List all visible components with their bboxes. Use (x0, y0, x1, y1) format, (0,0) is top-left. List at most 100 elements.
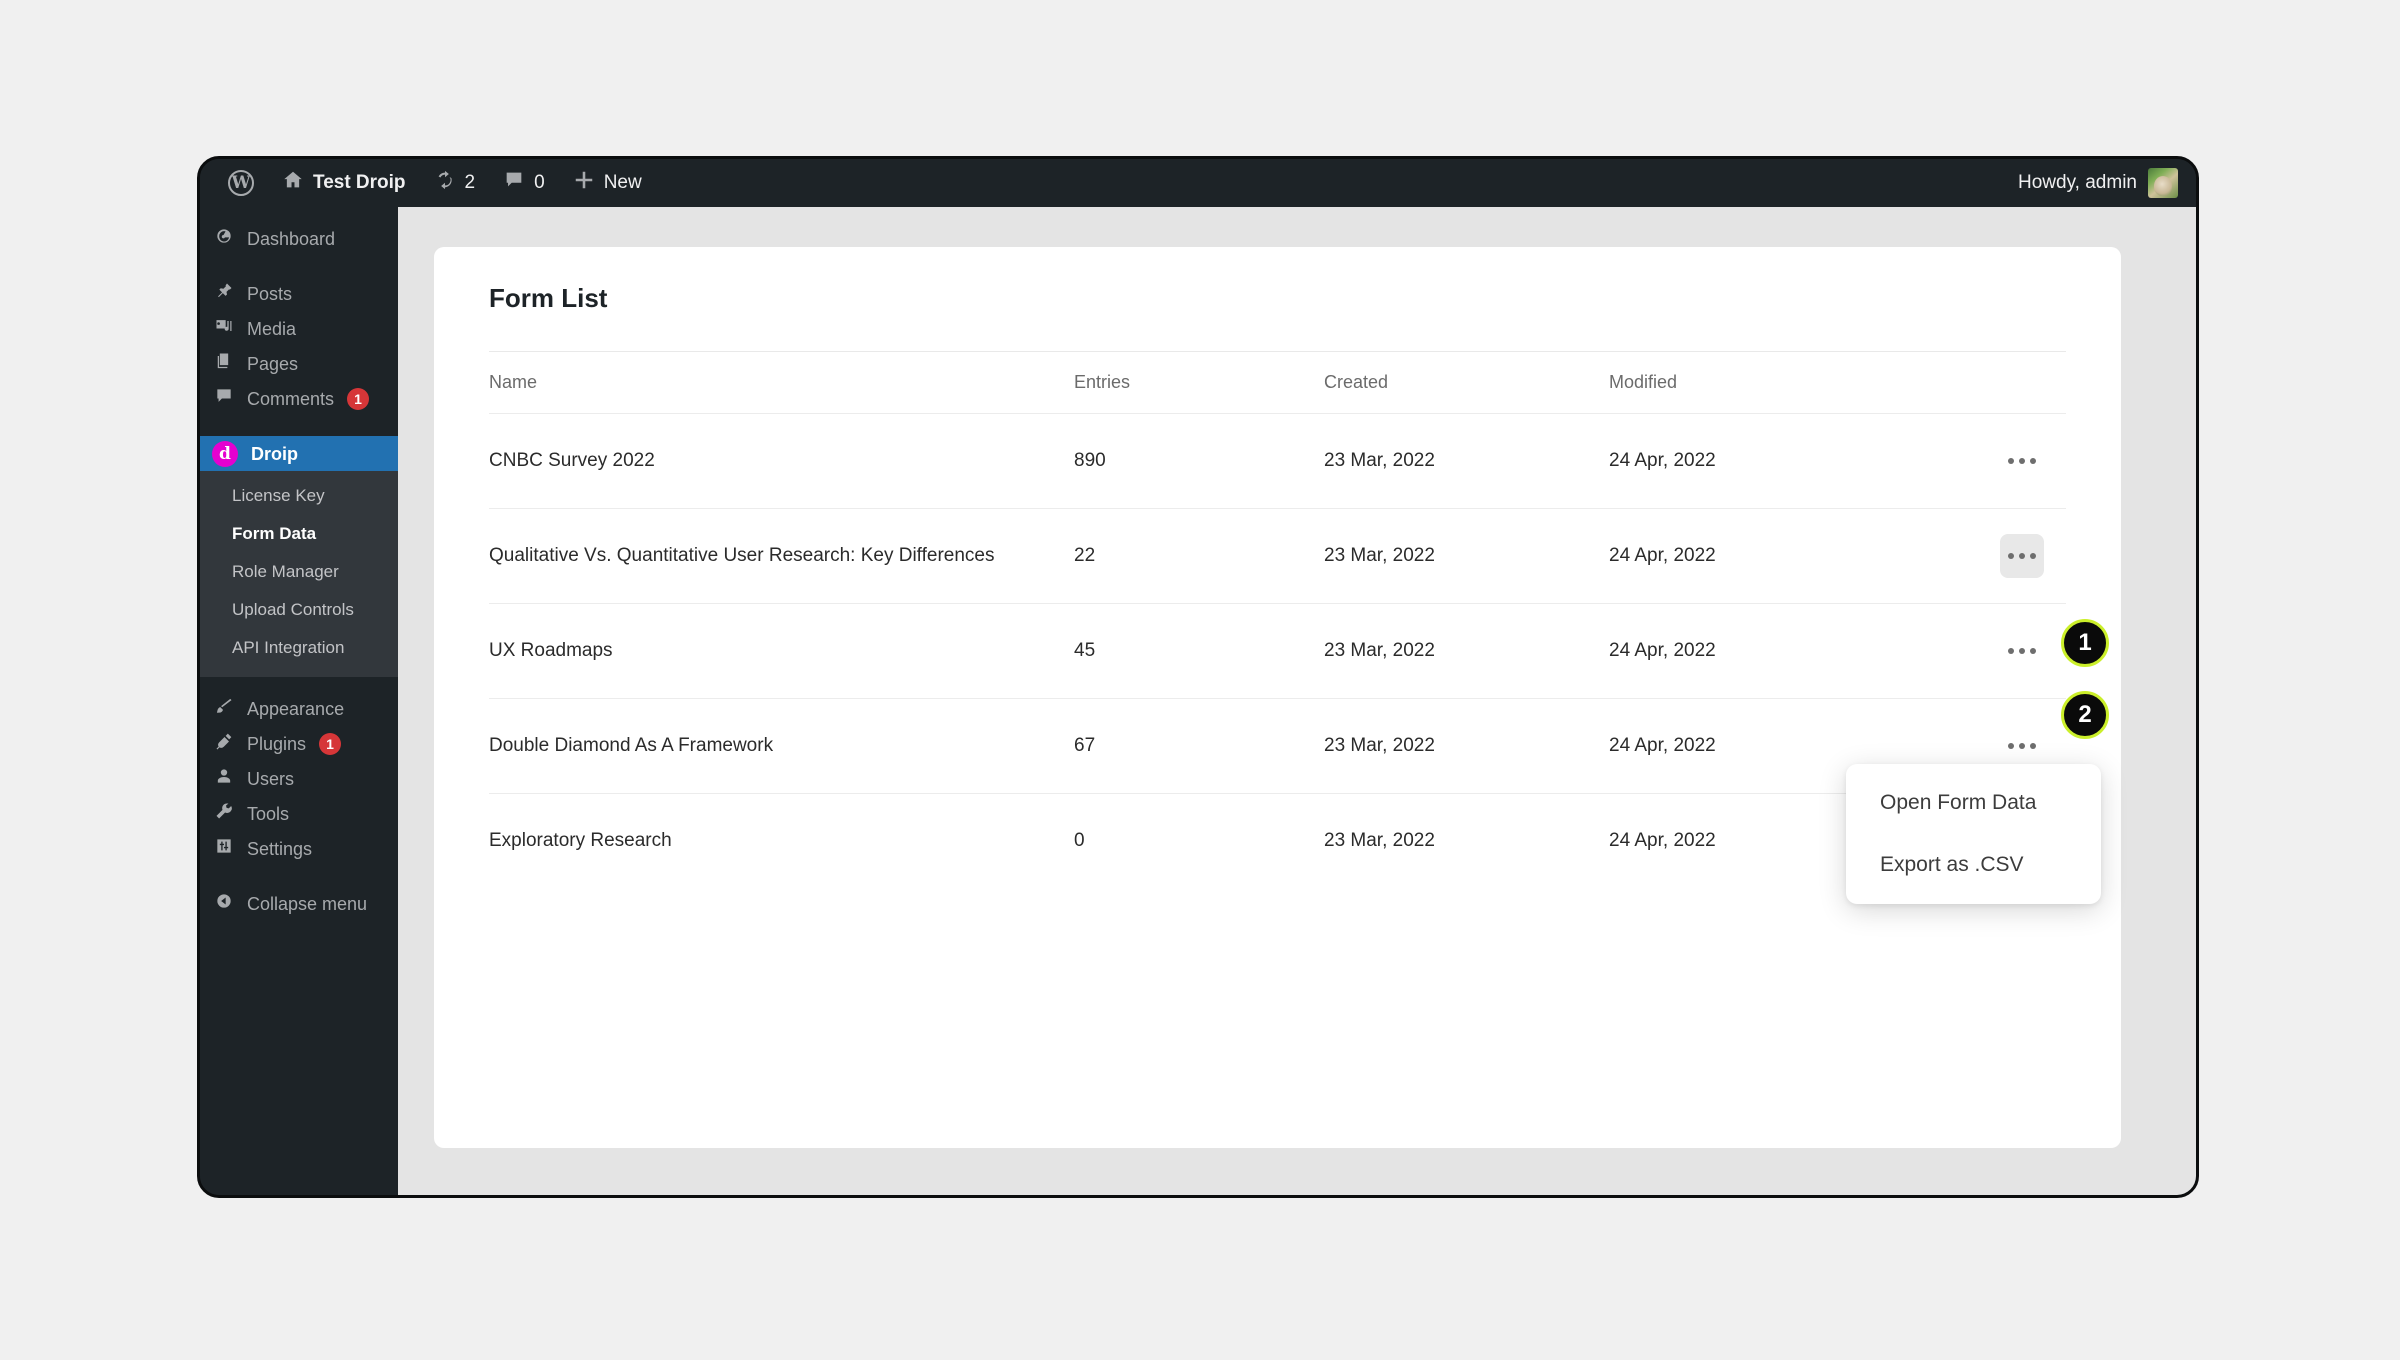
row-actions-dropdown: Open Form Data Export as .CSV (1846, 764, 2101, 904)
content-area: Form List Name Entries Created Modified … (398, 207, 2196, 1195)
sidebar-item-users[interactable]: Users (200, 761, 398, 796)
table-row: CNBC Survey 2022 890 23 Mar, 2022 24 Apr… (489, 413, 2066, 508)
wp-admin-bar: W Test Droip 2 0 New Howdy, admin (200, 159, 2196, 207)
updates-icon (434, 169, 456, 197)
dropdown-item-open-form-data[interactable]: Open Form Data (1846, 772, 2101, 834)
row-actions-menu-button[interactable] (2000, 439, 2044, 483)
column-header-entries: Entries (1074, 372, 1131, 392)
cell-created: 23 Mar, 2022 (1324, 640, 1435, 661)
row-actions-menu-button[interactable] (2000, 629, 2044, 673)
sidebar-item-droip[interactable]: d Droip (200, 436, 398, 471)
cell-created: 23 Mar, 2022 (1324, 830, 1435, 851)
pages-icon (214, 351, 234, 376)
updates-count: 2 (464, 172, 476, 193)
cell-name: UX Roadmaps (489, 640, 613, 662)
collapse-left-arrow-icon (214, 891, 234, 916)
dot-icon (2030, 743, 2036, 749)
form-list-table: Name Entries Created Modified CNBC Surve… (489, 351, 2066, 888)
sidebar-item-media[interactable]: Media (200, 311, 398, 346)
admin-bar-right-group[interactable]: Howdy, admin (2018, 168, 2196, 198)
dot-icon (2019, 648, 2025, 654)
dot-icon (2030, 648, 2036, 654)
cell-entries: 67 (1074, 735, 1096, 756)
sidebar-item-plugins[interactable]: Plugins 1 (200, 726, 398, 761)
plus-icon (573, 169, 595, 197)
dashboard-icon (214, 226, 234, 251)
dot-icon (2030, 553, 2036, 559)
menu-separator (200, 677, 398, 691)
callout-badge-2: 2 (2061, 691, 2109, 739)
sidebar-item-collapse-menu[interactable]: Collapse menu (200, 886, 398, 921)
site-name-menu[interactable]: Test Droip (268, 159, 420, 207)
sidebar-item-dashboard[interactable]: Dashboard (200, 221, 398, 256)
cell-actions (1909, 724, 2066, 768)
sidebar-item-label: Appearance (247, 698, 345, 719)
submenu-item-form-data[interactable]: Form Data (200, 515, 398, 553)
dot-icon (2008, 743, 2014, 749)
cell-actions (1909, 534, 2066, 578)
dot-icon (2030, 458, 2036, 464)
table-row: UX Roadmaps 45 23 Mar, 2022 24 Apr, 2022 (489, 603, 2066, 698)
column-header-created: Created (1324, 372, 1389, 392)
table-row: Exploratory Research 0 23 Mar, 2022 24 A… (489, 793, 2066, 888)
submenu-item-api-integration[interactable]: API Integration (200, 629, 398, 667)
sidebar-item-tools[interactable]: Tools (200, 796, 398, 831)
cell-name: Qualitative Vs. Quantitative User Resear… (489, 545, 995, 567)
sidebar-item-comments[interactable]: Comments 1 (200, 381, 398, 416)
site-name-label: Test Droip (313, 172, 406, 193)
dropdown-item-export-csv[interactable]: Export as .CSV (1846, 834, 2101, 896)
avatar (2148, 168, 2178, 198)
user-icon (214, 766, 234, 791)
updates-menu[interactable]: 2 (420, 159, 490, 207)
droip-submenu: License Key Form Data Role Manager Uploa… (200, 471, 398, 678)
wordpress-logo-icon: W (228, 170, 254, 196)
comment-bubble-icon (503, 169, 525, 197)
table-header-row: Name Entries Created Modified (489, 351, 2066, 413)
admin-sidebar: Dashboard Posts Media Pages Comments 1 d… (200, 207, 398, 1195)
sidebar-item-appearance[interactable]: Appearance (200, 691, 398, 726)
cell-modified: 24 Apr, 2022 (1609, 545, 1716, 566)
droip-logo-icon: d (212, 440, 238, 467)
column-header-name: Name (489, 372, 538, 393)
submenu-item-role-manager[interactable]: Role Manager (200, 553, 398, 591)
column-header-modified: Modified (1609, 372, 1678, 392)
cell-entries: 0 (1074, 830, 1085, 851)
wp-logo-menu[interactable]: W (214, 159, 268, 207)
row-actions-menu-button[interactable] (2000, 724, 2044, 768)
sidebar-item-label: Plugins (247, 733, 307, 754)
new-label: New (603, 172, 642, 193)
sidebar-item-settings[interactable]: Settings (200, 831, 398, 866)
pin-icon (214, 281, 234, 306)
sidebar-item-label: Collapse menu (247, 893, 368, 914)
submenu-item-upload-controls[interactable]: Upload Controls (200, 591, 398, 629)
sidebar-item-pages[interactable]: Pages (200, 346, 398, 381)
cell-modified: 24 Apr, 2022 (1609, 640, 1716, 661)
dot-icon (2008, 648, 2014, 654)
comments-menu[interactable]: 0 (489, 159, 559, 207)
cell-actions (1909, 439, 2066, 483)
cell-created: 23 Mar, 2022 (1324, 450, 1435, 471)
media-icon (214, 316, 234, 341)
cell-created: 23 Mar, 2022 (1324, 545, 1435, 566)
new-content-menu[interactable]: New (559, 159, 656, 207)
comments-badge: 1 (347, 387, 370, 410)
cell-entries: 45 (1074, 640, 1096, 661)
cell-entries: 890 (1074, 450, 1106, 471)
sidebar-item-label: Dashboard (247, 228, 336, 249)
sidebar-item-posts[interactable]: Posts (200, 276, 398, 311)
sidebar-item-label: Settings (247, 838, 313, 859)
dot-icon (2019, 458, 2025, 464)
sidebar-item-label: Users (247, 768, 295, 789)
submenu-item-license-key[interactable]: License Key (200, 477, 398, 515)
dot-icon (2008, 458, 2014, 464)
cell-name: CNBC Survey 2022 (489, 450, 655, 472)
browser-window: W Test Droip 2 0 New Howdy, admin Dashbo… (197, 156, 2199, 1198)
sidebar-item-label: Pages (247, 353, 299, 374)
form-list-card: Form List Name Entries Created Modified … (434, 247, 2121, 1148)
row-actions-menu-button-active[interactable] (2000, 534, 2044, 578)
page-title: Form List (489, 283, 608, 313)
cell-actions (1909, 629, 2066, 673)
comment-icon (214, 386, 234, 411)
sidebar-item-label: Media (247, 318, 297, 339)
cell-entries: 22 (1074, 545, 1096, 566)
